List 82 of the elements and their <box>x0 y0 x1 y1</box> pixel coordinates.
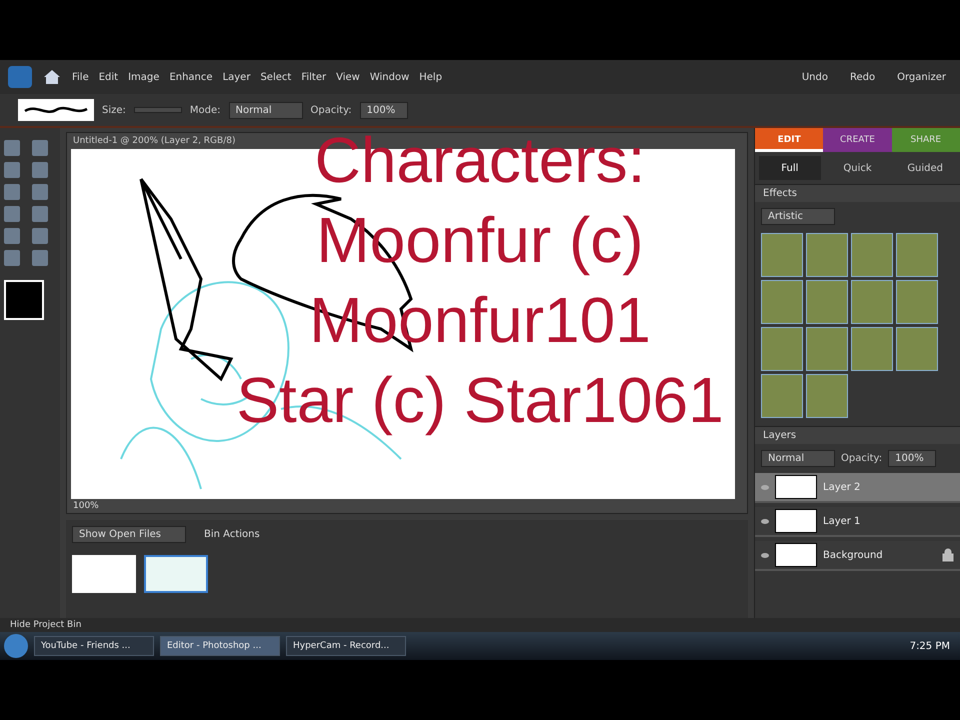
toolbar-button[interactable]: Redo <box>844 70 882 84</box>
mode-label: Mode: <box>190 104 221 116</box>
photo-placeholder[interactable] <box>896 327 938 371</box>
tool-icon[interactable] <box>4 206 20 222</box>
zoom-level: 100% <box>73 501 99 511</box>
opacity-label: Opacity: <box>841 453 882 464</box>
layer-thumbnail <box>775 475 817 499</box>
photo-placeholder[interactable] <box>761 280 803 324</box>
menu-item[interactable]: Help <box>419 72 442 82</box>
opacity-field[interactable]: 100% <box>888 450 936 467</box>
photo-placeholder[interactable] <box>761 374 803 418</box>
size-field[interactable] <box>134 107 182 113</box>
tool-icon[interactable] <box>32 228 48 244</box>
document-title: Untitled-1 @ 200% (Layer 2, RGB/8) <box>73 136 236 146</box>
eye-icon[interactable] <box>761 518 769 524</box>
layer-name: Layer 2 <box>823 482 862 492</box>
photo-placeholder[interactable] <box>896 280 938 324</box>
hide-bin-button[interactable]: Hide Project Bin <box>10 620 82 630</box>
app-logo-icon[interactable] <box>8 66 32 88</box>
eye-icon[interactable] <box>761 552 769 558</box>
layer-name: Background <box>823 550 884 560</box>
menu-item[interactable]: Select <box>260 72 292 82</box>
photo-placeholder[interactable] <box>761 233 803 277</box>
photo-placeholder[interactable] <box>851 280 893 324</box>
color-swatch[interactable] <box>4 280 44 320</box>
tool-icon[interactable] <box>32 250 48 266</box>
taskbar-button[interactable]: HyperCam - Record... <box>286 636 406 656</box>
tool-icon[interactable] <box>32 140 48 156</box>
layer-thumbnail <box>775 509 817 533</box>
bin-actions-menu[interactable]: Bin Actions <box>198 528 266 541</box>
menu-item[interactable]: Edit <box>98 72 118 82</box>
opacity-label: Opacity: <box>310 104 352 116</box>
tool-icon[interactable] <box>32 206 48 222</box>
tool-icon[interactable] <box>32 184 48 200</box>
file-thumbnail[interactable] <box>144 555 208 593</box>
toolbar-button[interactable]: Undo <box>796 70 834 84</box>
workspace-tab[interactable]: CREATE <box>823 128 892 152</box>
workspace-tab[interactable]: EDIT <box>755 128 824 152</box>
menu-item[interactable]: Filter <box>301 72 326 82</box>
layer-row[interactable]: Background <box>755 541 960 571</box>
layer-row[interactable]: Layer 1 <box>755 507 960 537</box>
layer-thumbnail <box>775 543 817 567</box>
photo-placeholder[interactable] <box>806 374 848 418</box>
toolbar-button[interactable]: Organizer <box>891 70 952 84</box>
photo-placeholder[interactable] <box>896 233 938 277</box>
panel-title: Layers <box>763 430 796 441</box>
photo-placeholder[interactable] <box>761 327 803 371</box>
tool-icon[interactable] <box>4 184 20 200</box>
brush-preview[interactable] <box>18 99 94 121</box>
open-files-dropdown[interactable]: Show Open Files <box>72 526 186 543</box>
menu-item[interactable]: Enhance <box>169 72 213 82</box>
opacity-field[interactable]: 100% <box>360 102 408 118</box>
menu-item[interactable]: Image <box>128 72 160 82</box>
effects-filter-dropdown[interactable]: Artistic <box>761 208 835 225</box>
tool-icon[interactable] <box>4 250 20 266</box>
menu-item[interactable]: View <box>336 72 360 82</box>
menu-item[interactable]: Window <box>370 72 410 82</box>
layer-row[interactable]: Layer 2 <box>755 473 960 503</box>
start-button[interactable] <box>4 634 28 658</box>
blend-mode-dropdown[interactable]: Normal <box>761 450 835 467</box>
size-label: Size: <box>102 104 126 116</box>
mode-dropdown[interactable]: Normal <box>228 102 303 118</box>
mode-tab[interactable]: Full <box>759 156 821 180</box>
clock: 7:25 PM <box>910 640 951 652</box>
tool-icon[interactable] <box>32 162 48 178</box>
panel-title: Effects <box>763 188 797 199</box>
tool-icon[interactable] <box>4 228 20 244</box>
taskbar-button[interactable]: YouTube - Friends ... <box>34 636 154 656</box>
mode-tab[interactable]: Quick <box>826 156 888 180</box>
tool-icon[interactable] <box>4 140 20 156</box>
photo-placeholder[interactable] <box>806 280 848 324</box>
menu-item[interactable]: Layer <box>222 72 250 82</box>
mode-tab[interactable]: Guided <box>894 156 956 180</box>
photo-placeholder[interactable] <box>806 233 848 277</box>
photo-placeholder[interactable] <box>851 327 893 371</box>
menu-item[interactable]: File <box>72 72 89 82</box>
taskbar-button[interactable]: Editor - Photoshop ... <box>160 636 280 656</box>
home-icon[interactable] <box>42 67 62 87</box>
photo-placeholder[interactable] <box>806 327 848 371</box>
layer-name: Layer 1 <box>823 516 862 526</box>
tool-icon[interactable] <box>4 162 20 178</box>
photo-placeholder[interactable] <box>851 233 893 277</box>
